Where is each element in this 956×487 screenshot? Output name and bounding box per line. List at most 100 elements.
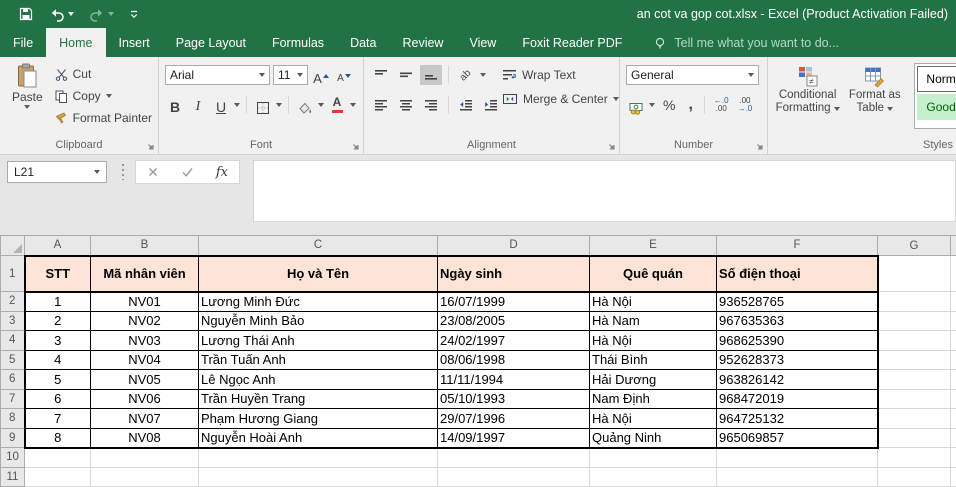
cell[interactable]: 08/06/1998 [438, 350, 590, 370]
column-header-d[interactable]: D [438, 236, 590, 256]
column-header-b[interactable]: B [91, 236, 199, 256]
cell[interactable] [717, 448, 878, 468]
cell[interactable]: 3 [25, 331, 91, 351]
cell[interactable]: 6 [25, 389, 91, 409]
cell[interactable] [438, 448, 590, 468]
tab-insert[interactable]: Insert [106, 28, 163, 57]
copy-dropdown-arrow[interactable] [106, 94, 112, 98]
percent-style-button[interactable]: % [663, 97, 675, 113]
increase-indent-button[interactable] [480, 95, 502, 115]
cell[interactable] [878, 350, 951, 370]
formula-bar-input[interactable] [253, 160, 956, 222]
cell[interactable]: Số điện thoại [717, 256, 878, 292]
paste-button[interactable]: Paste [6, 63, 49, 129]
font-size-combo[interactable]: 11 [273, 65, 308, 85]
number-dialog-launcher-icon[interactable] [755, 142, 763, 150]
cut-button[interactable]: Cut [55, 63, 152, 85]
cell[interactable]: 4 [25, 350, 91, 370]
tab-formulas[interactable]: Formulas [259, 28, 337, 57]
decrease-indent-button[interactable] [455, 95, 477, 115]
cell[interactable]: Nam Định [590, 389, 717, 409]
cell[interactable]: NV04 [91, 350, 199, 370]
cell[interactable]: 952628373 [717, 350, 878, 370]
cell[interactable]: NV01 [91, 292, 199, 312]
accounting-format-button[interactable] [626, 95, 646, 115]
cell[interactable]: STT [25, 256, 91, 292]
cell[interactable] [878, 428, 951, 448]
paste-dropdown-arrow[interactable] [24, 105, 30, 109]
tab-page-layout[interactable]: Page Layout [163, 28, 259, 57]
conditional-formatting-dropdown-arrow[interactable] [834, 107, 840, 111]
clipboard-dialog-launcher-icon[interactable] [146, 142, 154, 150]
cell[interactable]: Họ và Tên [199, 256, 438, 292]
row-header[interactable]: 8 [1, 409, 25, 429]
row-header[interactable]: 3 [1, 311, 25, 331]
column-header-e[interactable]: E [590, 236, 717, 256]
cell[interactable]: 23/08/2005 [438, 311, 590, 331]
cell[interactable] [878, 292, 951, 312]
cell[interactable]: Quê quán [590, 256, 717, 292]
bottom-align-button[interactable] [420, 65, 442, 85]
orientation-button[interactable]: ab [455, 65, 477, 85]
cell[interactable]: Phạm Hương Giang [199, 409, 438, 429]
column-header-a[interactable]: A [25, 236, 91, 256]
tab-data[interactable]: Data [337, 28, 389, 57]
cell[interactable]: 963826142 [717, 370, 878, 390]
cell[interactable]: 965069857 [717, 428, 878, 448]
cell[interactable] [878, 370, 951, 390]
number-format-dropdown-arrow[interactable] [748, 73, 754, 77]
copy-button[interactable]: Copy [55, 85, 152, 107]
cell[interactable]: Lương Minh Đức [199, 292, 438, 312]
cell[interactable]: NV05 [91, 370, 199, 390]
cell[interactable] [878, 331, 951, 351]
cell[interactable]: 7 [25, 409, 91, 429]
row-header[interactable]: 10 [1, 448, 25, 468]
cell[interactable] [590, 467, 717, 487]
row-header[interactable]: 2 [1, 292, 25, 312]
enter-check-icon[interactable] [181, 166, 194, 178]
grow-font-button[interactable]: A [311, 65, 331, 85]
italic-button[interactable]: I [188, 95, 208, 115]
number-format-combo[interactable]: General [626, 65, 759, 85]
cell[interactable] [590, 448, 717, 468]
cancel-icon[interactable] [147, 166, 159, 178]
cell[interactable]: 1 [25, 292, 91, 312]
cell[interactable]: NV07 [91, 409, 199, 429]
cell[interactable]: 968625390 [717, 331, 878, 351]
cell[interactable]: Trần Tuấn Anh [199, 350, 438, 370]
fill-color-button[interactable] [295, 95, 315, 115]
tell-me-box[interactable]: Tell me what you want to do... [635, 28, 839, 57]
cell[interactable]: 8 [25, 428, 91, 448]
cell[interactable] [91, 448, 199, 468]
undo-dropdown-arrow[interactable] [68, 12, 74, 16]
row-header[interactable]: 7 [1, 389, 25, 409]
cell[interactable]: NV08 [91, 428, 199, 448]
save-icon[interactable] [18, 6, 34, 22]
cell[interactable]: Quảng Ninh [590, 428, 717, 448]
cell[interactable] [91, 467, 199, 487]
wrap-text-button[interactable]: Wrap Text [502, 63, 619, 87]
cell[interactable]: NV02 [91, 311, 199, 331]
cell[interactable]: 936528765 [717, 292, 878, 312]
name-box[interactable]: L21 [7, 161, 107, 183]
font-size-dropdown-arrow[interactable] [297, 73, 303, 77]
tab-foxit-reader-pdf[interactable]: Foxit Reader PDF [509, 28, 635, 57]
top-align-button[interactable] [370, 65, 392, 85]
merge-center-dropdown-arrow[interactable] [613, 97, 619, 101]
cell[interactable]: Lương Thái Anh [199, 331, 438, 351]
bold-button[interactable]: B [165, 95, 185, 115]
cell[interactable] [717, 467, 878, 487]
shrink-font-button[interactable]: A [334, 65, 354, 85]
cell[interactable]: Hà Nội [590, 331, 717, 351]
cell[interactable]: 968472019 [717, 389, 878, 409]
style-normal[interactable]: Normal [917, 66, 956, 92]
format-as-table-dropdown-arrow[interactable] [887, 107, 893, 111]
conditional-formatting-button[interactable]: ≠ Conditional Formatting [774, 63, 841, 129]
cell[interactable]: 14/09/1997 [438, 428, 590, 448]
cell[interactable]: Lê Ngọc Anh [199, 370, 438, 390]
cell[interactable]: Nguyễn Minh Bảo [199, 311, 438, 331]
cell[interactable]: 05/10/1993 [438, 389, 590, 409]
borders-button[interactable] [253, 95, 273, 115]
orientation-dropdown-arrow[interactable] [480, 73, 486, 77]
cell[interactable]: Ngày sinh [438, 256, 590, 292]
